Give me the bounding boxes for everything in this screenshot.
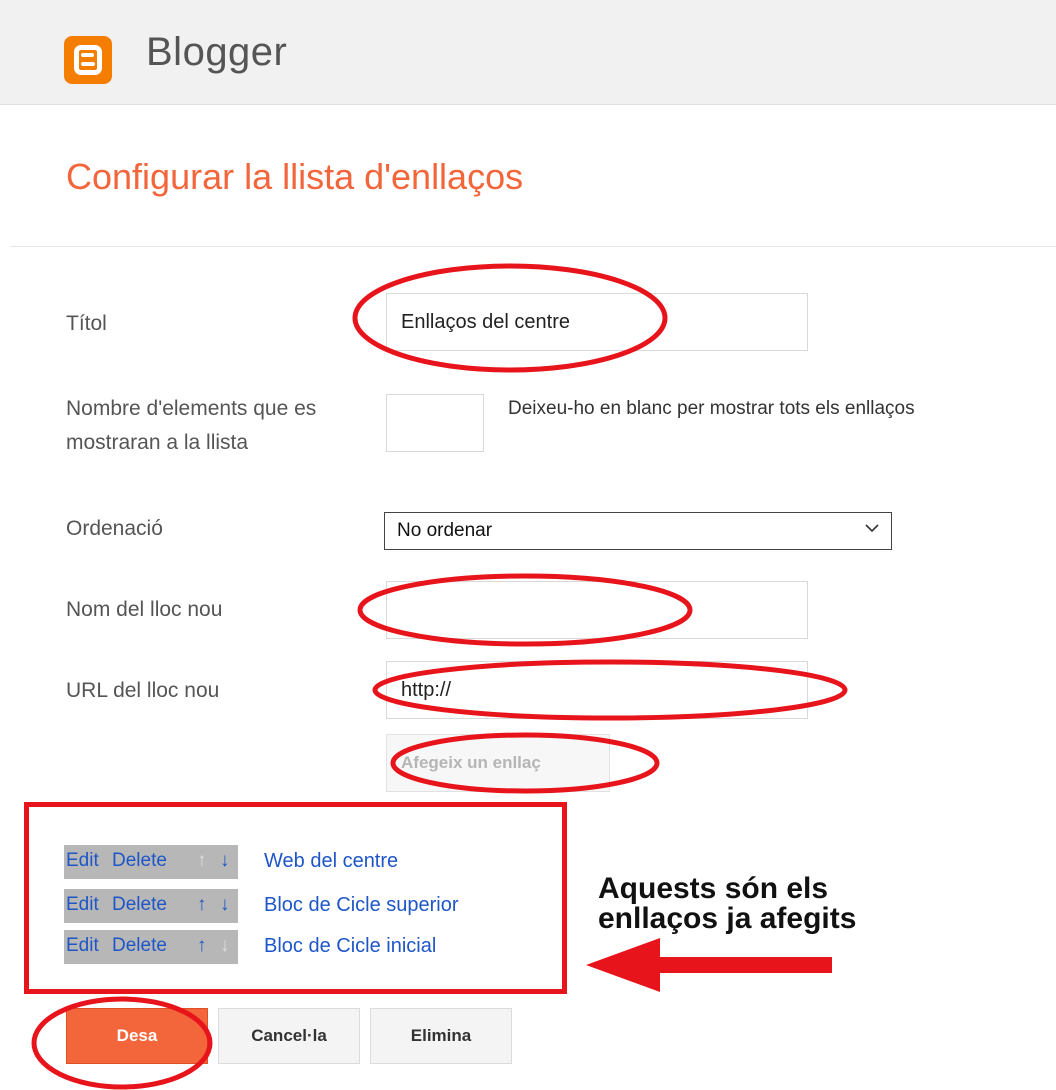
- cancel-button[interactable]: Cancel·la: [218, 1008, 360, 1064]
- new-name-label: Nom del lloc nou: [66, 598, 223, 621]
- count-input[interactable]: [386, 394, 484, 452]
- link-name[interactable]: Web del centre: [264, 850, 398, 873]
- sort-label: Ordenació: [66, 517, 163, 540]
- new-name-input[interactable]: [386, 581, 808, 639]
- add-link-button[interactable]: Afegeix un enllaç: [386, 734, 610, 792]
- brand-name[interactable]: Blogger: [146, 30, 287, 75]
- blogger-logo-icon[interactable]: [64, 36, 112, 84]
- move-down-icon[interactable]: ↓: [220, 850, 230, 872]
- delete-link[interactable]: Delete: [112, 894, 167, 916]
- link-controls: Edit Delete ↑ ↓: [64, 930, 238, 964]
- link-controls: Edit Delete ↑ ↓: [64, 889, 238, 923]
- move-up-icon[interactable]: ↑: [197, 935, 207, 957]
- annotation-text: Aquests són els enllaços ja afegits: [598, 874, 856, 934]
- move-up-icon: ↑: [197, 850, 207, 871]
- delete-link[interactable]: Delete: [112, 935, 167, 957]
- title-label: Títol: [66, 312, 107, 335]
- top-bar: Blogger: [0, 0, 1056, 105]
- move-down-icon: ↓: [220, 935, 230, 956]
- annotation-line-1: Aquests són els: [598, 872, 829, 905]
- edit-link[interactable]: Edit: [66, 894, 99, 916]
- delete-button[interactable]: Elimina: [370, 1008, 512, 1064]
- chevron-down-icon: [865, 524, 879, 533]
- move-up-icon[interactable]: ↑: [197, 894, 207, 916]
- title-input[interactable]: [386, 293, 808, 351]
- red-arrow-icon: [586, 938, 832, 992]
- page-title: Configurar la llista d'enllaços: [66, 156, 524, 197]
- save-button[interactable]: Desa: [66, 1008, 208, 1064]
- annotation-line-2: enllaços ja afegits: [598, 902, 857, 935]
- new-url-input[interactable]: [386, 661, 808, 719]
- divider: [10, 246, 1056, 247]
- new-url-label: URL del lloc nou: [66, 679, 220, 702]
- move-down-icon[interactable]: ↓: [220, 894, 230, 916]
- edit-link[interactable]: Edit: [66, 850, 99, 872]
- count-label: Nombre d'elements que es mostraran a la …: [66, 397, 317, 454]
- delete-link[interactable]: Delete: [112, 850, 167, 872]
- link-controls: Edit Delete ↑ ↓: [64, 845, 238, 879]
- sort-select-value: No ordenar: [397, 520, 493, 541]
- link-name[interactable]: Bloc de Cicle inicial: [264, 935, 436, 958]
- count-hint: Deixeu-ho en blanc per mostrar tots els …: [508, 398, 915, 419]
- link-name[interactable]: Bloc de Cicle superior: [264, 894, 459, 917]
- edit-link[interactable]: Edit: [66, 935, 99, 957]
- sort-select[interactable]: No ordenar: [384, 512, 892, 550]
